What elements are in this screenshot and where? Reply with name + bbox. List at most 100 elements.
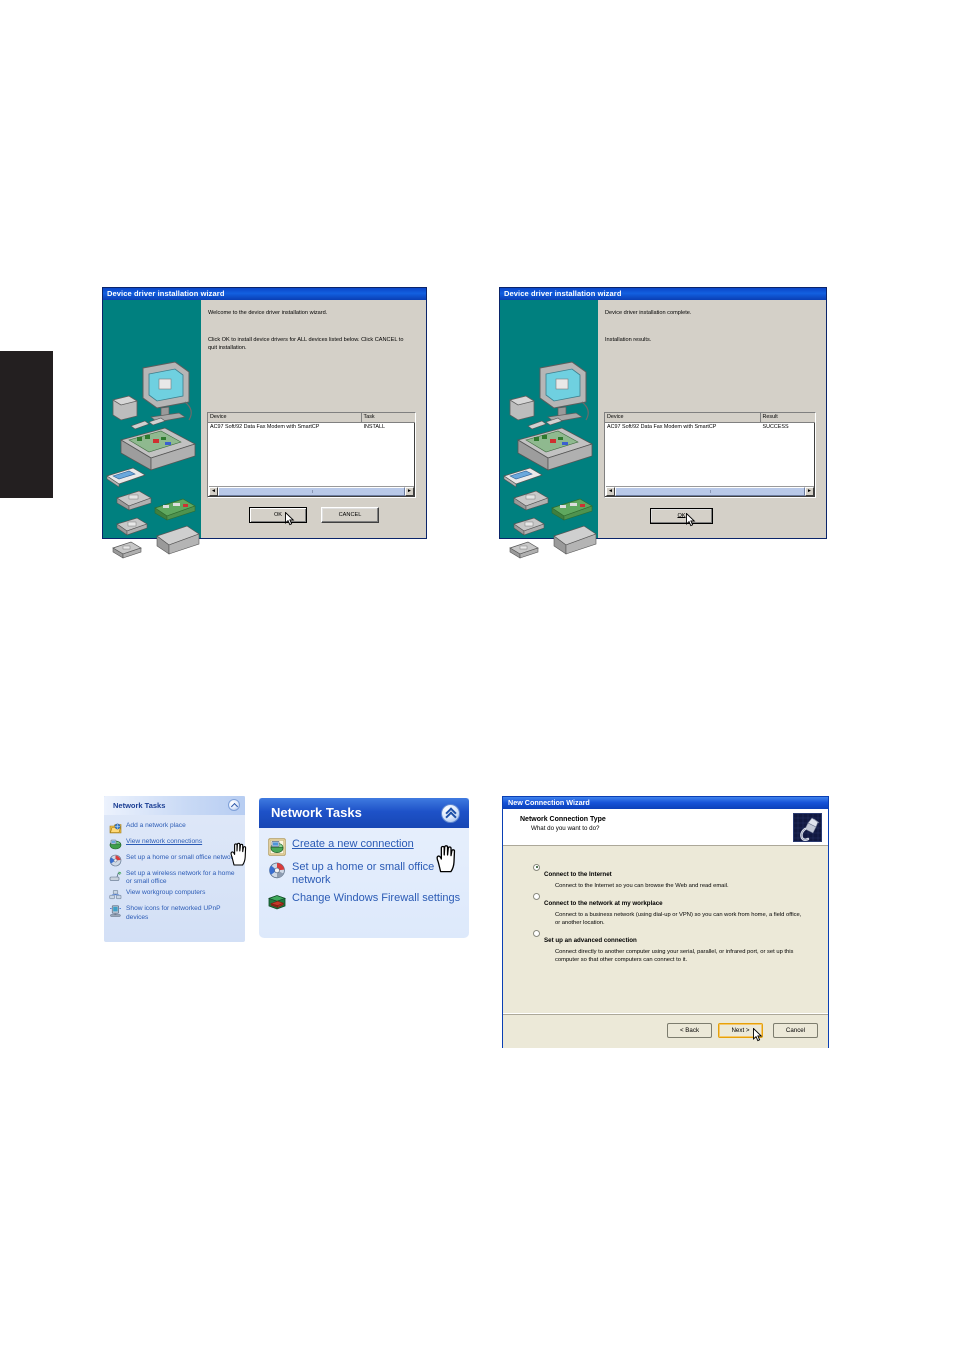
scroll-left-icon[interactable]: ◄ bbox=[209, 487, 218, 496]
dialog-intro-text: Welcome to the device driver installatio… bbox=[208, 310, 328, 316]
next-button-label: Next > bbox=[731, 1027, 750, 1034]
chevron-up-circle-icon[interactable] bbox=[228, 799, 240, 811]
back-button-label: < Back bbox=[679, 1027, 700, 1034]
scroll-track[interactable] bbox=[218, 487, 405, 496]
dialog-title-text: Device driver installation wizard bbox=[107, 289, 225, 298]
task-label: Set up a home or small office network bbox=[126, 853, 237, 861]
task-label: Show icons for networked UPnP devices bbox=[126, 905, 221, 921]
ok-button[interactable]: OK bbox=[650, 508, 713, 524]
dialog-instruction-text: Click OK to install device drivers for A… bbox=[208, 337, 404, 351]
computer-hardware-exploded-icon bbox=[106, 361, 200, 559]
column-header-result: Result bbox=[762, 414, 778, 420]
scroll-right-icon[interactable]: ► bbox=[805, 487, 814, 496]
home-network-wizard-icon bbox=[109, 854, 122, 867]
cell-device: AC97 Soft/92 Data Fax Modem with SmartCP bbox=[210, 424, 320, 430]
network-tasks-panel-small: Network Tasks Add a network place View n… bbox=[103, 795, 247, 943]
device-result-list[interactable]: Device Result AC97 Soft/92 Data Fax Mode… bbox=[604, 412, 816, 498]
cancel-button-label: Cancel bbox=[785, 1027, 806, 1034]
dialog-content: Device driver installation complete. Ins… bbox=[598, 300, 826, 538]
task-change-windows-firewall-settings[interactable]: Change Windows Firewall settings bbox=[259, 889, 469, 912]
device-list-header: Device Result bbox=[605, 413, 815, 423]
panel-header: Network Tasks bbox=[104, 796, 245, 815]
task-list: Add a network place View network connect… bbox=[104, 815, 245, 924]
task-label: Set up a wireless network for a home or … bbox=[126, 869, 235, 885]
task-view-workgroup-computers[interactable]: View workgroup computers bbox=[104, 888, 245, 904]
ok-button[interactable]: OK bbox=[249, 507, 307, 523]
panel-header: Network Tasks bbox=[259, 798, 469, 828]
horizontal-scrollbar[interactable]: ◄ ► bbox=[209, 486, 414, 496]
radio-description: Connect directly to another computer usi… bbox=[555, 949, 794, 963]
radio-button[interactable] bbox=[533, 863, 540, 871]
radio-option-connect-to-workplace[interactable]: Connect to the network at my workplace C… bbox=[533, 892, 805, 927]
panel-title: Network Tasks bbox=[113, 801, 166, 810]
dialog-sidebar bbox=[500, 300, 598, 559]
cancel-button[interactable]: CANCEL bbox=[321, 507, 379, 523]
home-network-wizard-icon bbox=[268, 861, 286, 879]
radio-option-connect-to-internet[interactable]: Connect to the Internet Connect to the I… bbox=[533, 863, 805, 891]
column-header-device: Device bbox=[605, 413, 761, 422]
wizard-subheading: What do you want to do? bbox=[531, 825, 600, 832]
task-label: Change Windows Firewall settings bbox=[292, 891, 461, 904]
network-tasks-panel-large: Network Tasks Create a new connection Se… bbox=[259, 798, 469, 938]
radio-button[interactable] bbox=[533, 929, 540, 937]
hand-pointer-icon bbox=[230, 842, 247, 866]
network-cable-plug-icon bbox=[793, 813, 822, 842]
network-connections-icon bbox=[109, 838, 122, 851]
wizard-heading: Network Connection Type bbox=[520, 816, 606, 823]
computer-hardware-exploded-icon bbox=[503, 361, 597, 559]
column-header-task: Task bbox=[363, 414, 375, 420]
task-add-a-network-place[interactable]: Add a network place bbox=[104, 820, 245, 836]
new-connection-icon bbox=[268, 837, 286, 856]
device-list[interactable]: Device Task AC97 Soft/92 Data Fax Modem … bbox=[207, 412, 416, 498]
cell-task: INSTALL bbox=[363, 424, 385, 430]
dialog-sidebar bbox=[103, 300, 201, 559]
upnp-devices-icon bbox=[109, 905, 122, 918]
device-driver-installation-wizard-dialog: Device driver installation wizard Welcom… bbox=[102, 287, 427, 559]
back-button[interactable]: < Back bbox=[667, 1023, 712, 1038]
device-list-header: Device Task bbox=[208, 413, 415, 423]
task-view-network-connections[interactable]: View network connections bbox=[104, 836, 245, 852]
task-label: Add a network place bbox=[126, 821, 186, 829]
scroll-thumb[interactable] bbox=[615, 487, 805, 496]
task-set-up-home-or-small-office-network[interactable]: Set up a home or small office network bbox=[104, 852, 245, 868]
radio-label: Connect to the Internet bbox=[544, 871, 612, 878]
cancel-button-label: CANCEL bbox=[338, 512, 362, 518]
device-driver-installation-complete-dialog: Device driver installation wizard Device… bbox=[499, 287, 827, 559]
wizard-title-bar: New Connection Wizard bbox=[503, 797, 828, 809]
new-connection-wizard-dialog: New Connection Wizard Network Connection… bbox=[502, 796, 829, 1048]
wizard-footer: < Back Next > Cancel bbox=[503, 1013, 828, 1048]
column-header-device: Device bbox=[208, 413, 362, 422]
dialog-body: Device driver installation complete. Ins… bbox=[500, 300, 826, 559]
radio-label: Connect to the network at my workplace bbox=[544, 900, 663, 907]
scroll-thumb[interactable] bbox=[218, 487, 405, 496]
scroll-left-icon[interactable]: ◄ bbox=[606, 487, 615, 496]
radio-option-advanced-connection[interactable]: Set up an advanced connection Connect di… bbox=[533, 929, 805, 964]
table-row[interactable]: AC97 Soft/92 Data Fax Modem with SmartCP… bbox=[605, 423, 815, 432]
workgroup-computers-icon bbox=[109, 889, 122, 902]
wizard-header: Network Connection Type What do you want… bbox=[503, 809, 828, 846]
task-set-up-wireless-network[interactable]: Set up a wireless network for a home or … bbox=[104, 868, 245, 888]
ok-button-label: OK bbox=[677, 513, 686, 519]
task-show-icons-for-networked-upnp-devices[interactable]: Show icons for networked UPnP devices bbox=[104, 904, 245, 924]
scroll-track[interactable] bbox=[615, 487, 805, 496]
radio-description: Connect to the Internet so you can brows… bbox=[555, 883, 729, 889]
scroll-right-icon[interactable]: ► bbox=[405, 487, 414, 496]
cell-result: SUCCESS bbox=[762, 424, 789, 430]
dialog-title-bar: Device driver installation wizard bbox=[103, 288, 426, 300]
windows-firewall-icon bbox=[267, 892, 287, 910]
task-label: Create a new connection bbox=[292, 837, 414, 850]
dialog-title-bar: Device driver installation wizard bbox=[500, 288, 826, 300]
radio-button[interactable] bbox=[533, 892, 540, 900]
horizontal-scrollbar[interactable]: ◄ ► bbox=[606, 486, 814, 496]
chevron-up-circle-icon[interactable] bbox=[441, 804, 460, 823]
task-label: View workgroup computers bbox=[126, 889, 206, 897]
ok-button-label: OK bbox=[273, 512, 283, 518]
task-label: View network connections bbox=[126, 837, 203, 845]
wireless-network-icon bbox=[109, 870, 122, 883]
wizard-title-text: New Connection Wizard bbox=[508, 798, 590, 807]
hand-pointer-icon bbox=[436, 845, 456, 873]
table-row[interactable]: AC97 Soft/92 Data Fax Modem with SmartCP… bbox=[208, 423, 415, 432]
page-edge-tab bbox=[0, 351, 53, 498]
cancel-button[interactable]: Cancel bbox=[773, 1023, 818, 1038]
next-button[interactable]: Next > bbox=[718, 1023, 763, 1038]
